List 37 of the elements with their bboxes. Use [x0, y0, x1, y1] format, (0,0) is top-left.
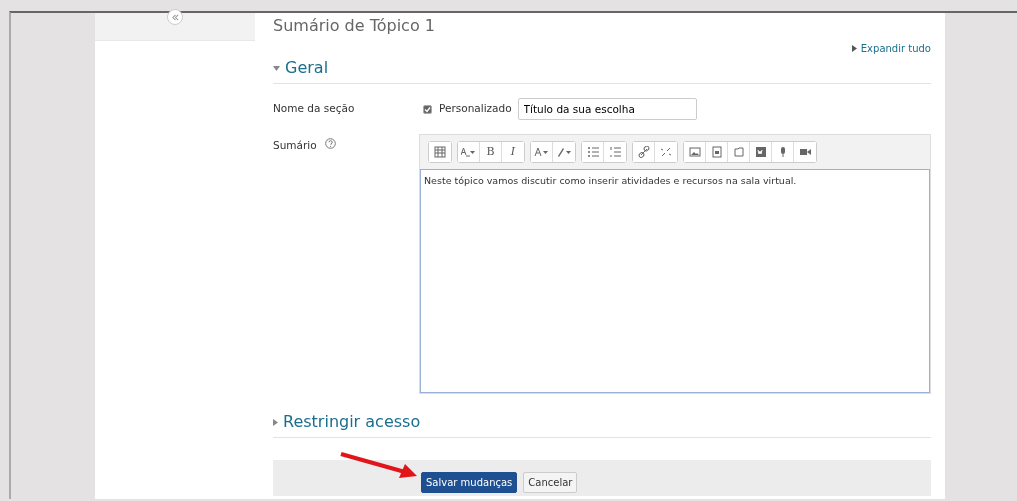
triangle-right-icon: [851, 45, 857, 53]
page-title: Sumário de Tópico 1: [273, 16, 436, 36]
bulleted-list-icon: [586, 146, 599, 159]
highlighter-icon: [556, 146, 572, 159]
toolbar-button[interactable]: [458, 142, 480, 163]
help-icon: [324, 138, 336, 150]
check-icon: [424, 105, 431, 113]
image-icon: [688, 146, 701, 159]
table-icon: [434, 146, 446, 159]
font-size-icon: [461, 146, 476, 159]
folder-icon: [732, 146, 745, 159]
double-chevron-left-icon: [171, 13, 179, 21]
toolbar-button[interactable]: [429, 142, 451, 163]
save-button[interactable]: Salvar mudanças: [421, 472, 518, 494]
checkbox[interactable]: [423, 104, 432, 114]
text-input[interactable]: Título da sua escolha: [517, 98, 697, 121]
triangle-right-icon: [273, 418, 278, 426]
toolbar-button[interactable]: [684, 142, 706, 163]
section-title: Geral: [285, 57, 329, 80]
triangle-down-icon: [273, 65, 280, 71]
cancel-button[interactable]: Cancelar: [523, 472, 578, 494]
section-header[interactable]: Geral: [273, 56, 931, 85]
section-header[interactable]: Restringir acesso: [273, 410, 931, 439]
media-icon: [710, 146, 723, 159]
toolbar-button[interactable]: [531, 142, 553, 163]
collapse-button[interactable]: [167, 9, 183, 25]
link-icon: [637, 146, 650, 159]
section-title: Restringir acesso: [283, 411, 421, 434]
toolbar-button[interactable]: [582, 142, 604, 163]
numbered-list-icon: [609, 146, 621, 159]
field-label: Sumário: [273, 138, 317, 154]
text-editor-area[interactable]: Neste tópico vamos discutir como inserir atividades e recursos na sala virtual.: [420, 169, 930, 394]
checkbox-label: Personalizado: [439, 101, 512, 117]
font-color-icon: [534, 146, 549, 159]
expand-all-link[interactable]: Expandir tudo: [851, 41, 931, 57]
field-label: Nome da seção: [273, 101, 356, 117]
toolbar-button[interactable]: [633, 142, 655, 163]
